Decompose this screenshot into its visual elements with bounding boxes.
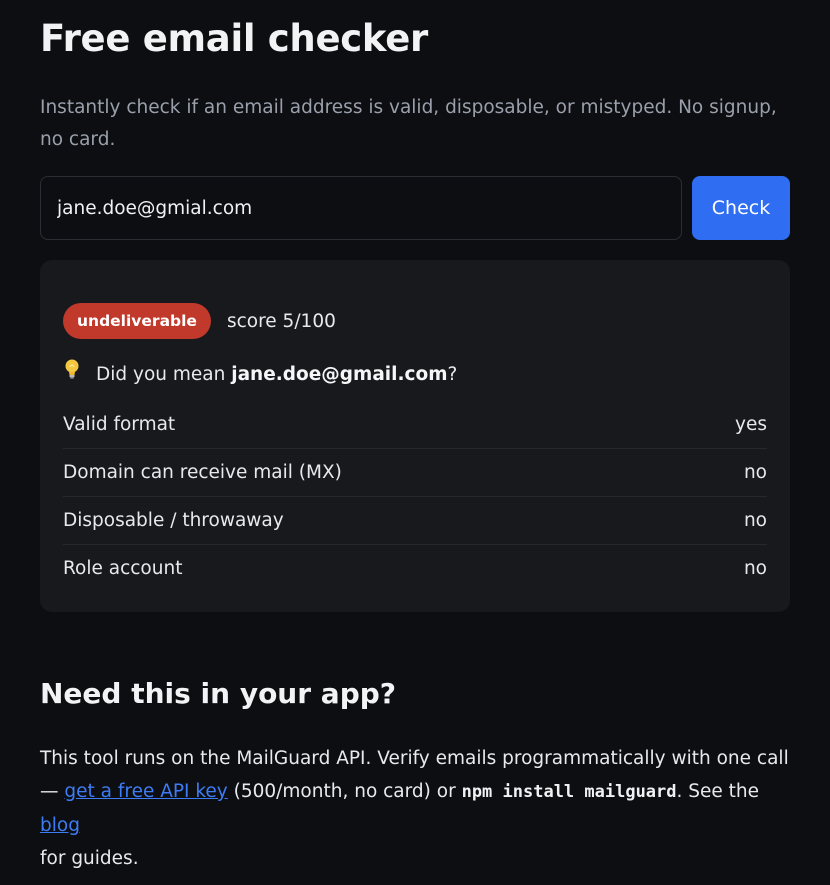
result-card: undeliverable score 5/100 Did you mean j… — [40, 260, 790, 612]
page-subtitle: Instantly check if an email address is v… — [40, 97, 777, 150]
checks-list: Valid format yes Domain can receive mail… — [63, 401, 767, 592]
api-text-part: for guides. — [40, 848, 139, 869]
suggestion: Did you mean jane.doe@gmail.com? — [63, 358, 767, 391]
page-title: Free email checker — [40, 17, 428, 60]
api-text-part: . See the — [676, 781, 765, 802]
page: Free email checker Instantly check if an… — [40, 0, 790, 875]
api-key-link[interactable]: get a free API key — [64, 781, 227, 802]
score-text: score 5/100 — [226, 310, 336, 332]
check-value: yes — [735, 414, 767, 435]
check-form: Check — [40, 176, 790, 240]
check-label: Role account — [63, 558, 183, 579]
check-value: no — [743, 462, 767, 483]
check-item-disposable: Disposable / throwaway no — [63, 497, 767, 545]
suggested-email: jane.doe@gmail.com — [231, 363, 448, 385]
suggestion-suffix: ? — [447, 363, 458, 385]
api-section-heading: Need this in your app? — [40, 677, 397, 710]
check-item-valid-format: Valid format yes — [63, 401, 767, 449]
blog-link[interactable]: blog — [40, 815, 80, 836]
api-text-part: (500/month, no card) or — [227, 781, 462, 802]
check-label: Disposable / throwaway — [63, 510, 284, 531]
check-label: Domain can receive mail (MX) — [63, 462, 342, 483]
email-input[interactable] — [40, 176, 682, 240]
check-label: Valid format — [63, 414, 176, 435]
check-button[interactable]: Check — [692, 176, 790, 240]
suggestion-prefix: Did you mean — [96, 363, 232, 385]
status-badge: undeliverable — [63, 303, 211, 339]
npm-install-code: npm install mailguard — [461, 782, 677, 802]
lightbulb-icon — [63, 358, 87, 391]
check-value: no — [743, 510, 767, 531]
check-item-mx: Domain can receive mail (MX) no — [63, 449, 767, 497]
api-section-text: This tool runs on the MailGuard API. Ver… — [40, 742, 790, 875]
check-item-role-account: Role account no — [63, 545, 767, 592]
status-row: undeliverable score 5/100 — [63, 303, 767, 339]
check-value: no — [743, 558, 767, 579]
